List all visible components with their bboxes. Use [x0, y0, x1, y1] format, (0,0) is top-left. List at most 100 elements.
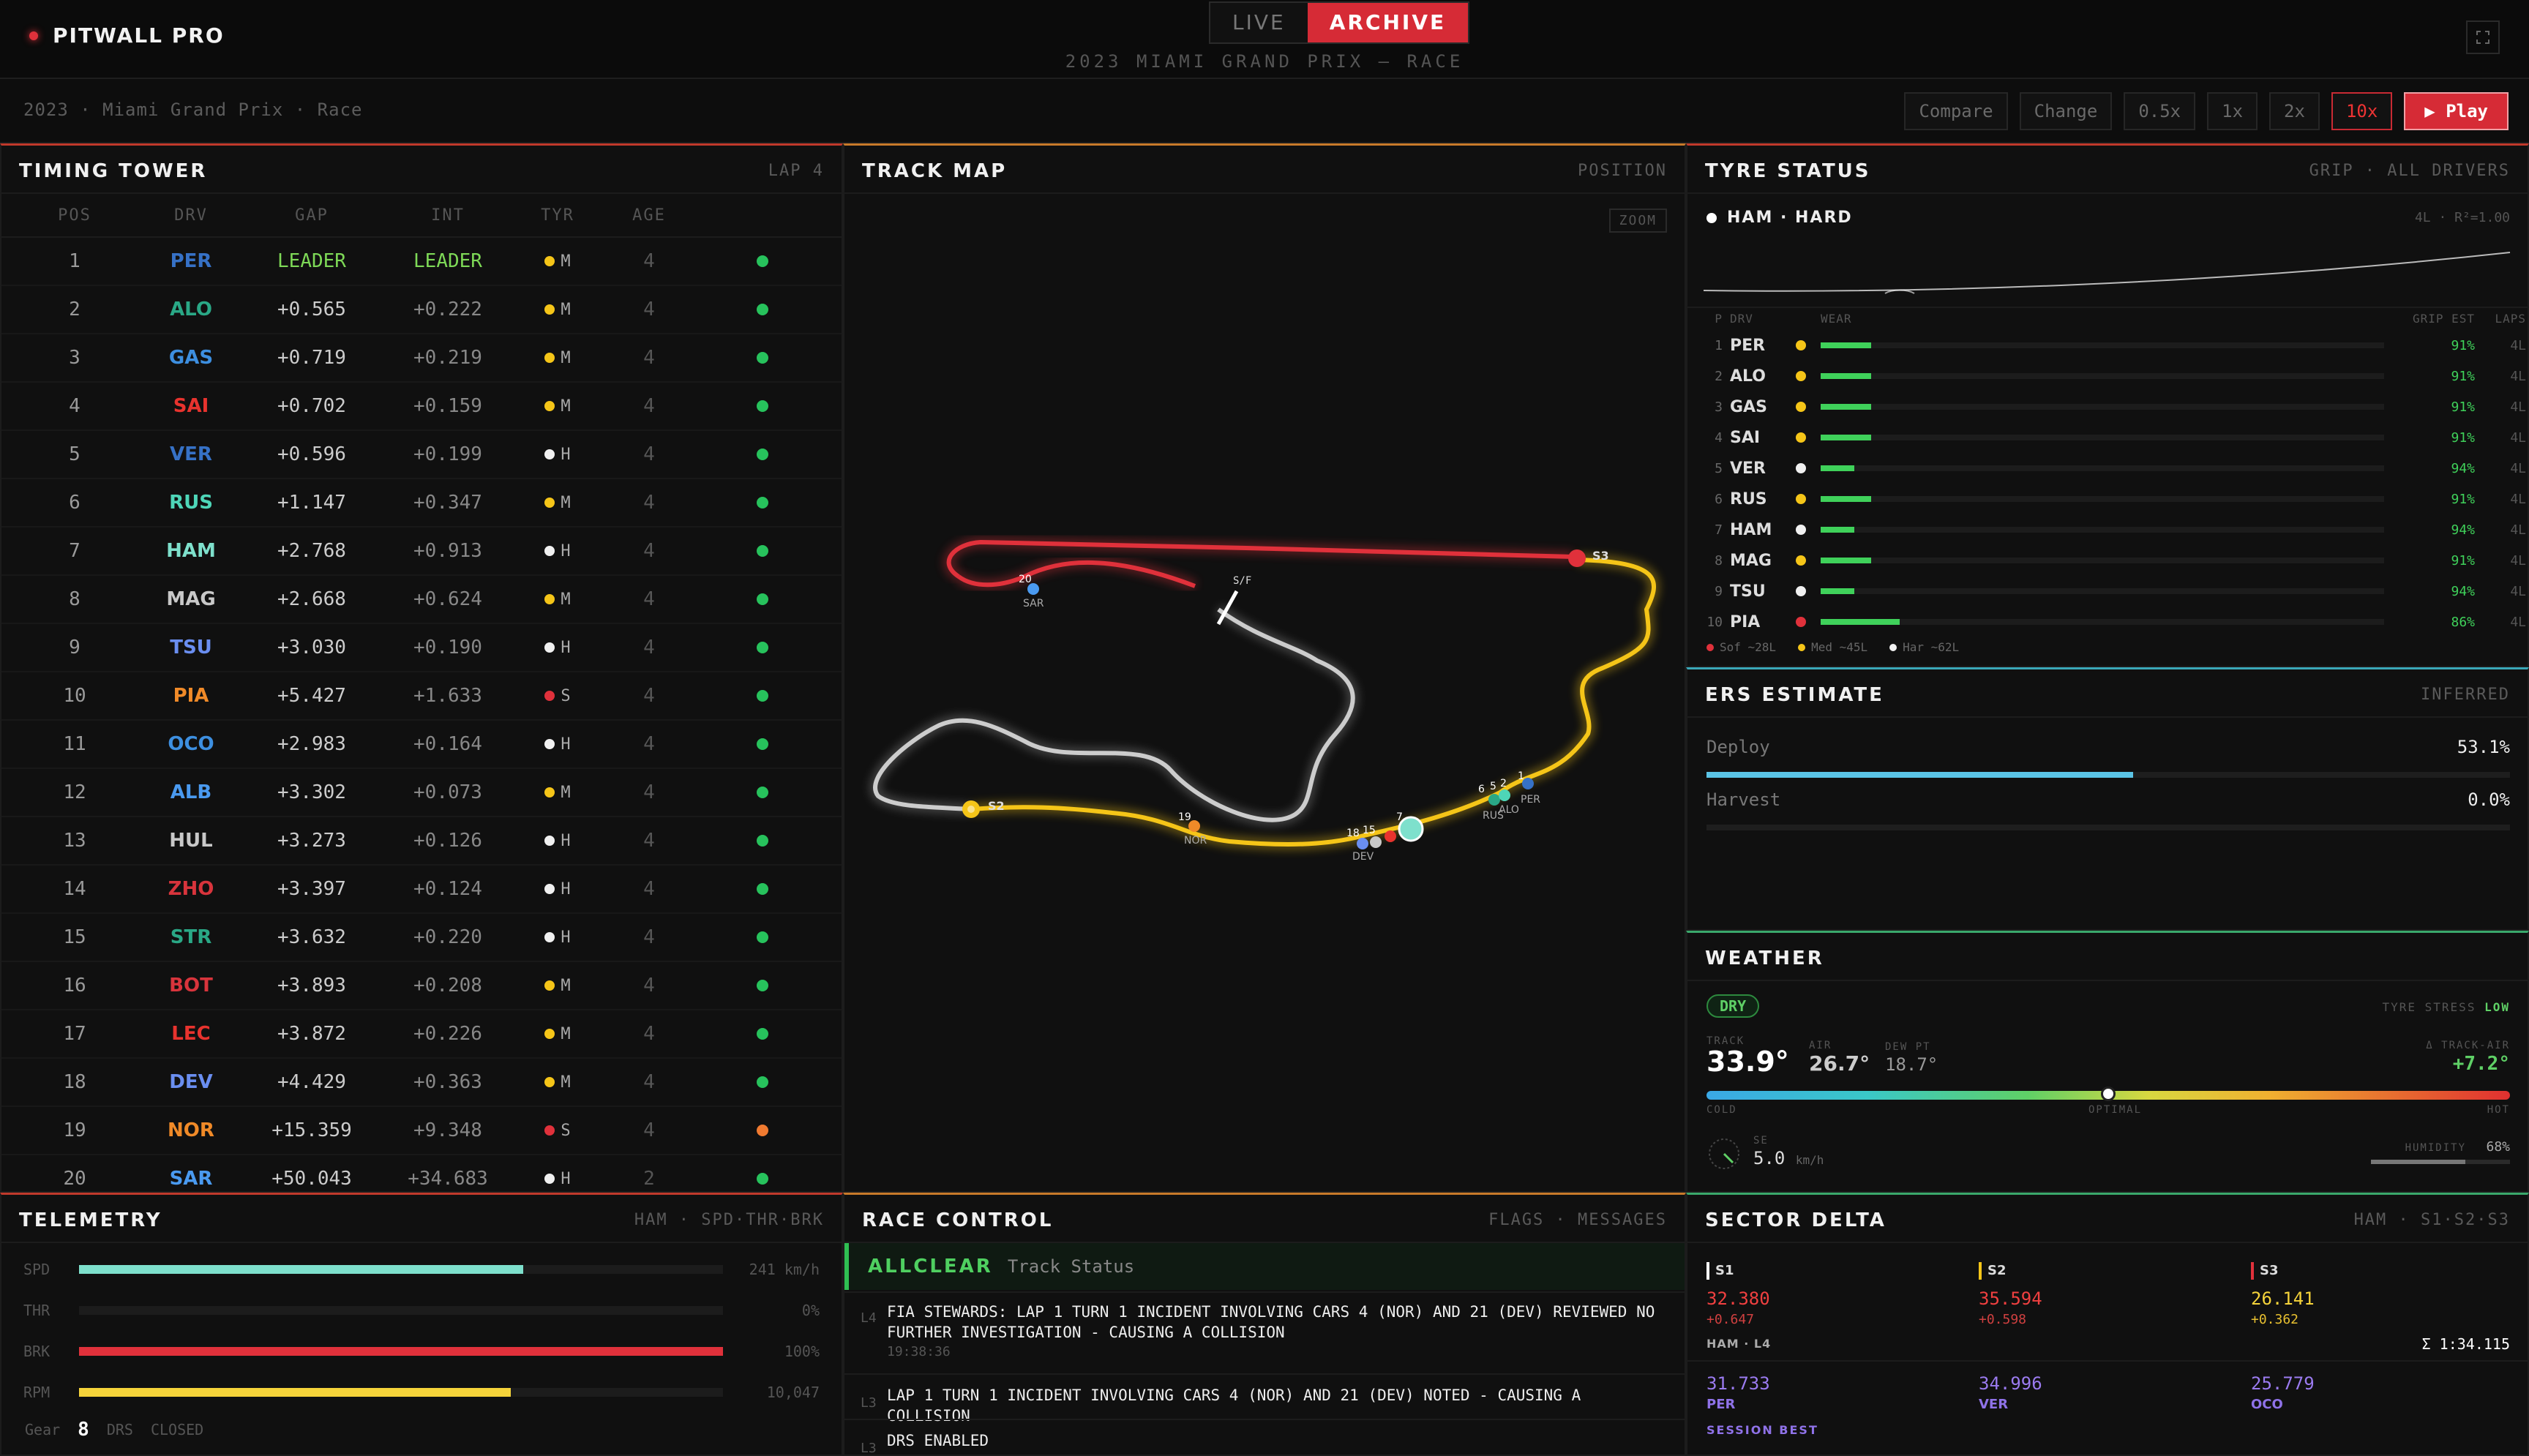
- tyre-row[interactable]: 3 GAS 91% 4L: [1687, 391, 2528, 422]
- table-row[interactable]: 12 ALB +3.302 +0.073 M 4: [1, 769, 842, 817]
- tyre-row-pos: 1: [1715, 337, 1723, 353]
- row-gap: +15.359: [271, 1119, 352, 1141]
- sector3-marker: [1568, 549, 1586, 567]
- row-driver: SAI: [173, 395, 209, 417]
- playback-controls: Compare Change 0.5x 1x 2x 10x ▶ Play: [1904, 92, 2509, 130]
- tyre-row-driver: TSU: [1730, 582, 1766, 601]
- change-button[interactable]: Change: [2019, 92, 2113, 130]
- row-interval: +0.190: [413, 637, 482, 658]
- tyre-compound-icon: [544, 498, 555, 508]
- table-row[interactable]: 5 VER +0.596 +0.199 H 4: [1, 431, 842, 479]
- car-marker[interactable]: [1357, 838, 1368, 849]
- rc-message[interactable]: L3 LAP 1 TURN 1 INCIDENT INVOLVING CARS …: [844, 1373, 1685, 1425]
- ers-deploy-row: Deploy 53.1%: [1706, 737, 2510, 757]
- table-row[interactable]: 7 HAM +2.768 +0.913 H 4: [1, 528, 842, 576]
- mode-live-button[interactable]: LIVE: [1210, 3, 1308, 42]
- wear-bar: [1821, 342, 2384, 348]
- tyre-row-driver: SAI: [1730, 428, 1761, 447]
- panel-header: TELEMETRY HAM · SPD·THR·BRK: [1, 1195, 842, 1243]
- row-age: 4: [643, 299, 655, 320]
- status-dot-icon: [757, 497, 768, 509]
- table-row[interactable]: 18 DEV +4.429 +0.363 M 4: [1, 1059, 842, 1107]
- driver-lap: HAM · L4: [1706, 1337, 1772, 1351]
- table-row[interactable]: 11 OCO +2.983 +0.164 H 4: [1, 721, 842, 769]
- tyre-row[interactable]: 5 VER 94% 4L: [1687, 453, 2528, 484]
- table-row[interactable]: 8 MAG +2.668 +0.624 M 4: [1, 576, 842, 624]
- tyre-row[interactable]: 4 SAI 91% 4L: [1687, 422, 2528, 453]
- play-button[interactable]: ▶ Play: [2404, 92, 2509, 130]
- table-row[interactable]: 16 BOT +3.893 +0.208 M 4: [1, 962, 842, 1010]
- table-row[interactable]: 3 GAS +0.719 +0.219 M 4: [1, 334, 842, 383]
- timing-rows: 1 PER LEADER LEADER M 4 2 ALO +0.565 +0.222 M 4 3 GAS…: [1, 238, 842, 1204]
- fullscreen-button[interactable]: [2466, 20, 2500, 54]
- table-row[interactable]: 2 ALO +0.565 +0.222 M 4: [1, 286, 842, 334]
- car-marker[interactable]: [1370, 836, 1382, 848]
- table-row[interactable]: 14 ZHO +3.397 +0.124 H 4: [1, 866, 842, 914]
- table-row[interactable]: 17 LEC +3.872 +0.226 M 4: [1, 1010, 842, 1059]
- table-row[interactable]: 15 STR +3.632 +0.220 H 4: [1, 914, 842, 962]
- best-sector-3: 25.779 OCO: [2251, 1373, 2315, 1412]
- status-dot-icon: [757, 1173, 768, 1185]
- brand-dot-icon: [29, 31, 38, 40]
- tyre-row[interactable]: 10 PIA 86% 4L: [1687, 607, 2528, 637]
- sector-3: S3 26.141 +0.362: [2251, 1262, 2315, 1327]
- tyre-laps: 4L: [2510, 429, 2526, 446]
- rc-message[interactable]: L4 FIA STEWARDS: LAP 1 TURN 1 INCIDENT I…: [844, 1291, 1685, 1372]
- table-row[interactable]: 1 PER LEADER LEADER M 4: [1, 238, 842, 286]
- table-row[interactable]: 13 HUL +3.273 +0.126 H 4: [1, 817, 842, 866]
- tyre-row[interactable]: 8 MAG 91% 4L: [1687, 545, 2528, 576]
- row-tyre: H: [506, 542, 609, 560]
- row-driver: STR: [170, 926, 212, 948]
- rc-message[interactable]: L3 DRS ENABLED: [844, 1419, 1685, 1455]
- car-marker[interactable]: [1385, 830, 1396, 842]
- table-row[interactable]: 6 RUS +1.147 +0.347 M 4: [1, 479, 842, 528]
- session-best-label: SESSION BEST: [1706, 1423, 1818, 1437]
- row-age: 4: [643, 781, 655, 803]
- status-dot-icon: [757, 883, 768, 895]
- table-row[interactable]: 4 SAI +0.702 +0.159 M 4: [1, 383, 842, 431]
- col-int: INT: [431, 206, 465, 225]
- row-status: [689, 642, 836, 653]
- status-dot-icon: [757, 690, 768, 702]
- speed-2x-button[interactable]: 2x: [2269, 92, 2320, 130]
- tyre-laps: 4L: [2510, 399, 2526, 415]
- row-gap: +50.043: [271, 1168, 352, 1190]
- deploy-bar: [1706, 772, 2510, 778]
- telemetry-value: 0%: [801, 1302, 820, 1319]
- track-sector2: [970, 558, 1657, 847]
- compare-button[interactable]: Compare: [1904, 92, 2008, 130]
- rc-lap: L3: [861, 1441, 877, 1455]
- tyre-row[interactable]: 7 HAM 94% 4L: [1687, 514, 2528, 545]
- row-tyre: M: [506, 301, 609, 319]
- speed-1x-button[interactable]: 1x: [2207, 92, 2258, 130]
- row-tyre: H: [506, 880, 609, 898]
- row-gap: +3.302: [277, 781, 346, 803]
- telemetry-row: SPD 241 km/h: [23, 1261, 820, 1278]
- tyre-row[interactable]: 6 RUS 91% 4L: [1687, 484, 2528, 514]
- grip-estimate: 86%: [2451, 614, 2475, 630]
- tyre-row[interactable]: 9 TSU 94% 4L: [1687, 576, 2528, 607]
- tyre-row-pos: 4: [1715, 429, 1723, 446]
- speed-10x-button[interactable]: 10x: [2331, 92, 2393, 130]
- row-gap: +2.668: [277, 588, 346, 610]
- speed-0-5x-button[interactable]: 0.5x: [2124, 92, 2196, 130]
- rc-time: 19:38:36: [887, 1344, 951, 1359]
- row-pos: 16: [63, 975, 86, 997]
- row-gap: +2.983: [277, 733, 346, 755]
- car-marker[interactable]: [1499, 789, 1510, 801]
- track-map-svg[interactable]: S/F S2 S3 20 SAR 19 NOR 18 15 7 DEV 6 5 …: [844, 146, 1685, 1192]
- panel-header: WEATHER: [1687, 933, 2528, 981]
- tyre-row[interactable]: 1 PER 91% 4L: [1687, 330, 2528, 361]
- dew-point-label: DEW PT: [1885, 1041, 1931, 1053]
- car-number: 18: [1346, 828, 1360, 839]
- table-row[interactable]: 9 TSU +3.030 +0.190 H 4: [1, 624, 842, 672]
- control-bar: 2023 · Miami Grand Prix · Race Compare C…: [0, 79, 2529, 143]
- tyre-laps: 4L: [2510, 614, 2526, 630]
- table-row[interactable]: 19 NOR +15.359 +9.348 S 4: [1, 1107, 842, 1155]
- hard-tyre-icon: [1889, 643, 1897, 651]
- table-row[interactable]: 10 PIA +5.427 +1.633 S 4: [1, 672, 842, 721]
- mode-archive-button[interactable]: ARCHIVE: [1307, 3, 1469, 42]
- tyre-row[interactable]: 2 ALO 91% 4L: [1687, 361, 2528, 391]
- col-wear: WEAR: [1821, 311, 1852, 326]
- car-number: 1: [1518, 770, 1524, 782]
